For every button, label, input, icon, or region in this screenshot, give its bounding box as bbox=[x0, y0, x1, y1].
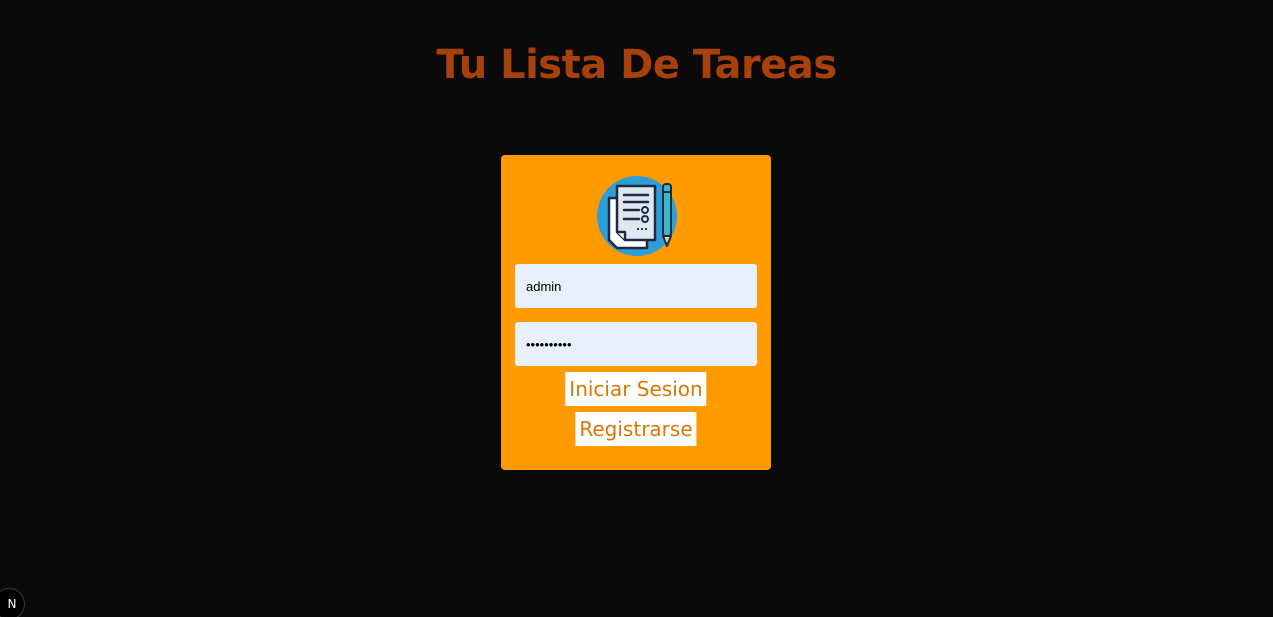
password-input[interactable] bbox=[515, 322, 757, 366]
nextjs-dev-badge-icon[interactable]: N bbox=[0, 588, 25, 617]
username-input[interactable] bbox=[515, 264, 757, 308]
login-card: Iniciar Sesion Registrarse bbox=[501, 155, 771, 470]
task-list-icon bbox=[597, 176, 677, 256]
login-button[interactable]: Iniciar Sesion bbox=[565, 372, 707, 406]
page: Tu Lista De Tareas Iniciar Sesion bbox=[0, 0, 1273, 617]
page-title: Tu Lista De Tareas bbox=[436, 42, 837, 88]
register-button[interactable]: Registrarse bbox=[575, 412, 697, 446]
